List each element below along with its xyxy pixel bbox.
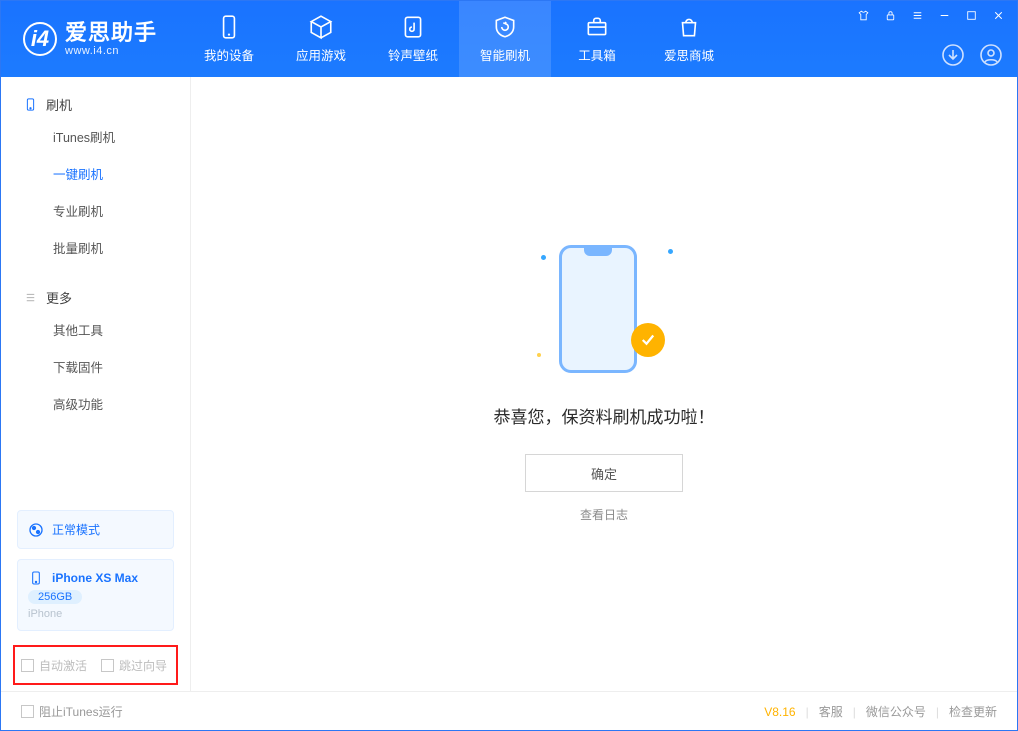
checkbox-skip-setup[interactable]: 跳过向导 <box>101 657 167 674</box>
sidebar-item-oneclick-flash[interactable]: 一键刷机 <box>1 155 190 192</box>
logo-icon: i4 <box>23 22 57 56</box>
device-capacity-badge: 256GB <box>28 590 82 604</box>
close-icon[interactable] <box>992 9 1005 22</box>
version-label: V8.16 <box>764 705 795 719</box>
top-nav: 我的设备 应用游戏 铃声壁纸 智能刷机 工具箱 爱思商城 <box>183 1 735 77</box>
shirt-icon[interactable] <box>857 9 870 22</box>
nav-flash[interactable]: 智能刷机 <box>459 1 551 77</box>
sidebar-item-download-firmware[interactable]: 下载固件 <box>1 348 190 385</box>
window-controls <box>857 9 1005 22</box>
device-info-box[interactable]: iPhone XS Max 256GB iPhone <box>17 559 174 631</box>
app-url: www.i4.cn <box>65 45 157 57</box>
ok-button[interactable]: 确定 <box>525 454 683 492</box>
checkbox-icon <box>21 659 34 672</box>
sidebar-item-batch-flash[interactable]: 批量刷机 <box>1 229 190 266</box>
nav-my-device[interactable]: 我的设备 <box>183 1 275 77</box>
checkbox-icon <box>101 659 114 672</box>
lock-icon[interactable] <box>884 9 897 22</box>
list-icon <box>23 290 38 305</box>
sidebar-item-pro-flash[interactable]: 专业刷机 <box>1 192 190 229</box>
sidebar-item-other-tools[interactable]: 其他工具 <box>1 311 190 348</box>
title-bar: i4 爱思助手 www.i4.cn 我的设备 应用游戏 铃声壁纸 智能刷机 工具… <box>1 1 1017 77</box>
checkbox-block-itunes[interactable]: 阻止iTunes运行 <box>21 703 123 720</box>
sidebar-section-flash: 刷机 <box>23 95 190 114</box>
checkbox-icon <box>21 705 34 718</box>
main-content: 恭喜您，保资料刷机成功啦！ 确定 查看日志 <box>191 77 1017 691</box>
download-icon[interactable] <box>941 43 965 67</box>
minimize-icon[interactable] <box>938 9 951 22</box>
maximize-icon[interactable] <box>965 9 978 22</box>
sidebar-item-itunes-flash[interactable]: iTunes刷机 <box>1 118 190 155</box>
nav-ringtone[interactable]: 铃声壁纸 <box>367 1 459 77</box>
user-icon[interactable] <box>979 43 1003 67</box>
bag-icon <box>676 14 702 40</box>
app-name: 爱思助手 <box>65 21 157 44</box>
success-illustration <box>559 245 649 375</box>
menu-icon[interactable] <box>911 9 924 22</box>
nav-toolbox[interactable]: 工具箱 <box>551 1 643 77</box>
music-icon <box>400 14 426 40</box>
checkbox-auto-activate[interactable]: 自动激活 <box>21 657 87 674</box>
sidebar-section-more: 更多 <box>23 288 190 307</box>
phone-small-icon <box>28 570 44 586</box>
wechat-link[interactable]: 微信公众号 <box>866 703 926 720</box>
status-bar: 阻止iTunes运行 V8.16 | 客服 | 微信公众号 | 检查更新 <box>1 691 1017 731</box>
customer-service-link[interactable]: 客服 <box>819 703 843 720</box>
nav-store[interactable]: 爱思商城 <box>643 1 735 77</box>
view-log-link[interactable]: 查看日志 <box>580 506 628 523</box>
success-message: 恭喜您，保资料刷机成功啦！ <box>494 403 715 428</box>
device-mode-box[interactable]: 正常模式 <box>17 510 174 549</box>
app-logo: i4 爱思助手 www.i4.cn <box>1 21 183 56</box>
header-right-actions <box>941 43 1003 67</box>
device-icon <box>23 97 38 112</box>
phone-icon <box>216 14 242 40</box>
nav-apps[interactable]: 应用游戏 <box>275 1 367 77</box>
check-badge-icon <box>631 323 665 357</box>
sidebar: 刷机 iTunes刷机 一键刷机 专业刷机 批量刷机 更多 其他工具 下载固件 … <box>1 77 191 691</box>
mode-icon <box>28 522 44 538</box>
check-update-link[interactable]: 检查更新 <box>949 703 997 720</box>
sidebar-item-advanced[interactable]: 高级功能 <box>1 385 190 422</box>
cube-icon <box>308 14 334 40</box>
shield-refresh-icon <box>492 14 518 40</box>
flash-options-highlight: 自动激活 跳过向导 <box>13 645 178 685</box>
device-type-label: iPhone <box>28 608 62 620</box>
toolbox-icon <box>584 14 610 40</box>
